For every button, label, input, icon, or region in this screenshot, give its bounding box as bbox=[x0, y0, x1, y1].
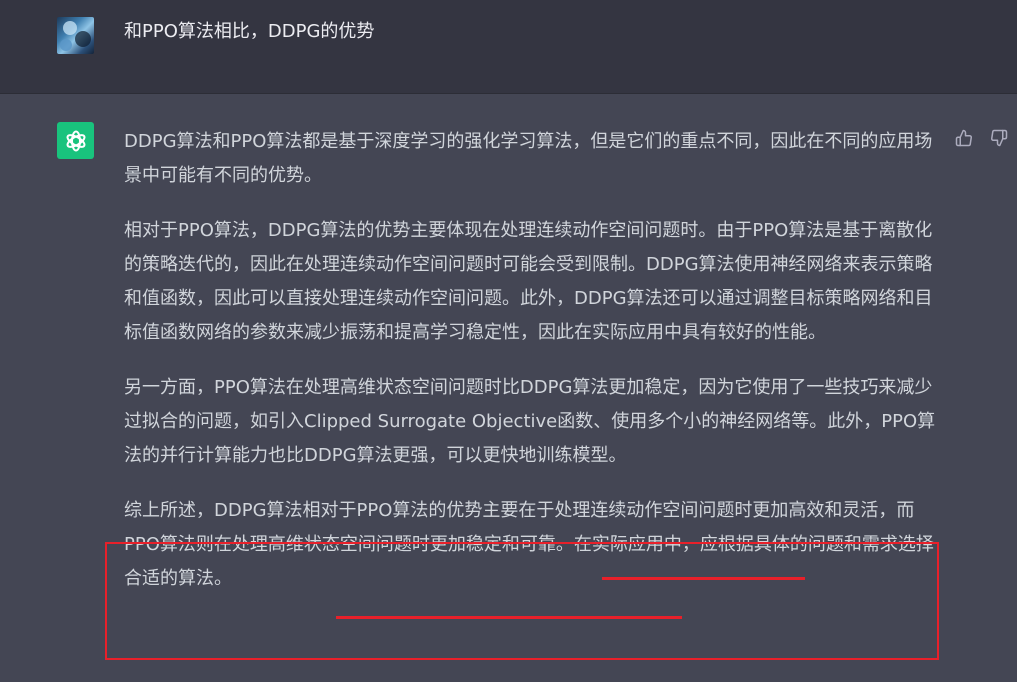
user-message-text: 和PPO算法相比，DDPG的优势 bbox=[124, 21, 375, 42]
user-avatar bbox=[57, 17, 94, 54]
openai-logo-icon bbox=[57, 122, 94, 159]
highlight-underline bbox=[336, 616, 682, 619]
highlight-box bbox=[105, 542, 939, 660]
feedback-controls bbox=[953, 127, 1010, 149]
assistant-paragraph: 另一方面，PPO算法在处理高维状态空间问题时比DDPG算法更加稳定，因为它使用了… bbox=[124, 377, 936, 466]
highlight-underline bbox=[602, 577, 805, 580]
user-message-row: 和PPO算法相比，DDPG的优势 bbox=[0, 0, 1017, 94]
thumbs-up-icon[interactable] bbox=[953, 127, 975, 149]
thumbs-down-icon[interactable] bbox=[988, 127, 1010, 149]
assistant-paragraph: 相对于PPO算法，DDPG算法的优势主要体现在处理连续动作空间问题时。由于PPO… bbox=[124, 220, 933, 343]
assistant-paragraph: DDPG算法和PPO算法都是基于深度学习的强化学习算法，但是它们的重点不同，因此… bbox=[124, 131, 933, 186]
